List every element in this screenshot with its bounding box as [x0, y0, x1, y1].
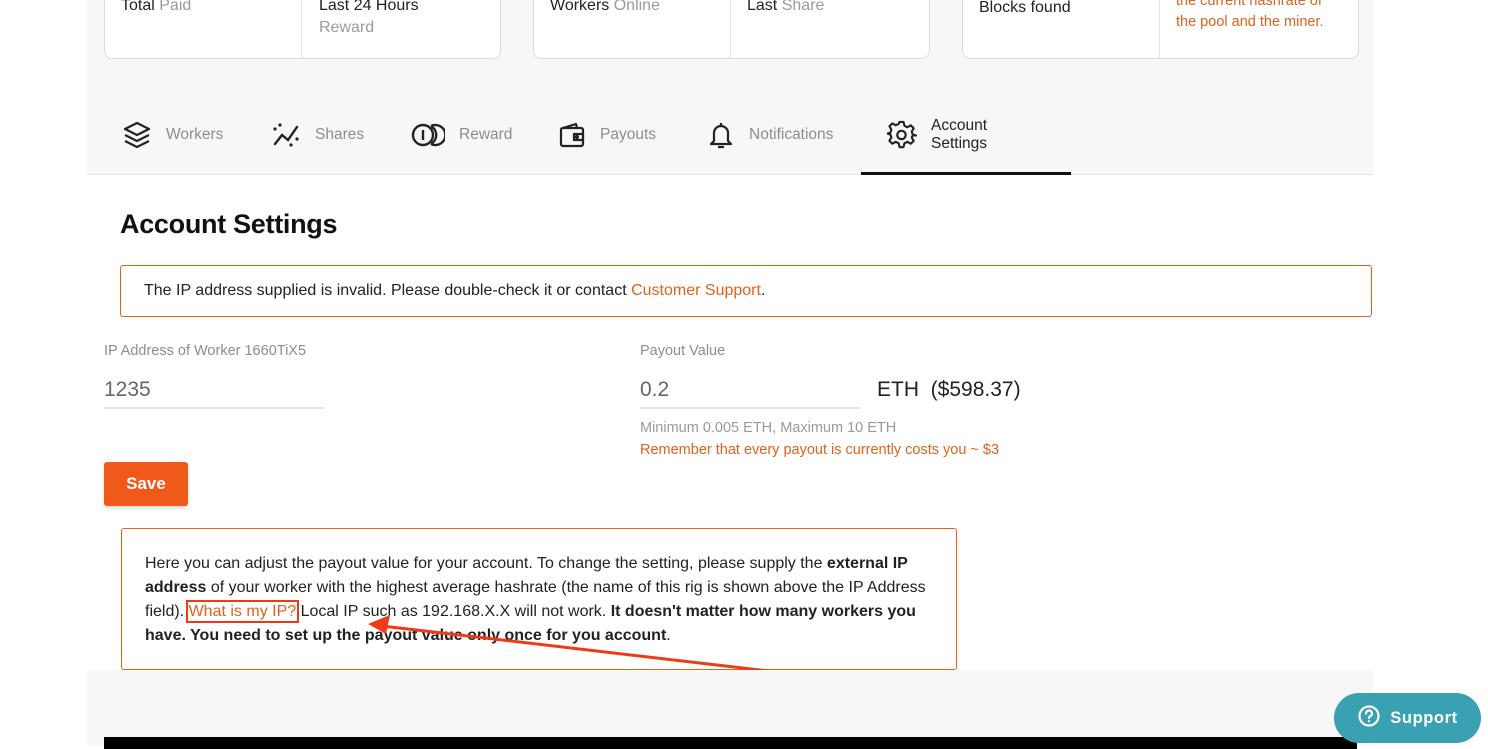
stat-card-blocks: Blocks found the current hashrate of the…	[962, 0, 1359, 59]
tab-label: Notifications	[749, 126, 834, 143]
stat-note: the current hashrate of the pool and the…	[1176, 0, 1324, 54]
payout-field-label: Payout Value	[640, 343, 726, 359]
divider	[1159, 0, 1160, 58]
stat-label: Blocks found	[979, 0, 1071, 16]
payout-limits-hint: Minimum 0.005 ETH, Maximum 10 ETH	[640, 420, 897, 436]
note-line: the current hashrate of	[1176, 0, 1322, 9]
support-label: Support	[1390, 708, 1458, 727]
tab-reward[interactable]: Reward	[411, 96, 512, 174]
stat-label-muted: Share	[781, 0, 825, 14]
save-button[interactable]: Save	[104, 462, 188, 506]
ip-field-label: IP Address of Worker 1660TiX5	[104, 343, 307, 359]
arrow-head	[368, 615, 390, 634]
ip-address-input[interactable]	[104, 373, 324, 409]
payout-cost-hint: Remember that every payout is currently …	[640, 442, 1000, 458]
info-text: Here you can adjust the payout value for…	[145, 555, 827, 572]
stat-label-muted: Online	[613, 0, 660, 14]
tab-payouts[interactable]: Payouts	[558, 96, 656, 174]
tabs-border	[87, 174, 1373, 175]
arrow-shaft	[381, 624, 778, 674]
layers-icon	[122, 120, 152, 150]
error-alert: The IP address supplied is invalid. Plea…	[120, 265, 1372, 317]
divider	[301, 0, 302, 58]
gear-icon	[887, 120, 917, 150]
alert-suffix: .	[760, 282, 766, 299]
stat-last-share: Last Share	[747, 0, 824, 58]
stat-workers-online: Workers Online	[550, 0, 660, 58]
customer-support-link[interactable]: Customer Support	[631, 282, 761, 300]
divider	[730, 0, 731, 58]
tab-label: Workers	[166, 126, 224, 143]
currency-code: ETH	[877, 378, 919, 401]
coins-icon	[411, 120, 445, 150]
tab-label: Reward	[459, 126, 513, 143]
payout-value-input[interactable]	[640, 373, 860, 409]
what-is-my-ip-link[interactable]: What is my IP?	[185, 600, 300, 623]
stat-label: Total	[121, 0, 155, 14]
support-button[interactable]: Support	[1334, 693, 1481, 743]
footer-bar	[104, 737, 1357, 749]
stat-total-paid: Total Paid	[121, 0, 191, 58]
stat-label: Last	[747, 0, 778, 14]
page-title: Account Settings	[120, 209, 338, 239]
stat-blocks-found: Blocks found	[979, 0, 1071, 60]
active-tab-indicator	[861, 172, 1071, 175]
tab-notifications[interactable]: Notifications	[707, 96, 833, 174]
stat-card-payments: Total Paid Last 24 Hours Reward	[104, 0, 501, 59]
tab-account-settings[interactable]: Account Settings	[887, 96, 987, 174]
tab-shares[interactable]: Shares	[271, 96, 364, 174]
note-line: the pool and the miner.	[1176, 14, 1324, 30]
stat-label-muted: Paid	[159, 0, 192, 14]
bell-icon	[707, 120, 735, 150]
alert-text: The IP address supplied is invalid. Plea…	[144, 282, 632, 299]
tab-workers[interactable]: Workers	[122, 96, 223, 174]
stat-card-workers: Workers Online Last Share	[533, 0, 930, 59]
stat-reward: Last 24 Hours Reward	[319, 0, 419, 58]
stat-label: Workers	[550, 0, 610, 14]
stat-label: Last 24 Hours	[319, 0, 419, 14]
tab-label: Payouts	[600, 126, 657, 143]
tab-label: Account Settings	[931, 117, 988, 152]
currency-label: ETH ($598.37)	[877, 378, 1021, 402]
usd-value: ($598.37)	[930, 378, 1021, 401]
tab-label: Shares	[315, 126, 365, 143]
footer-background	[87, 670, 1373, 746]
stat-label-muted: Reward	[319, 19, 375, 36]
question-circle-icon	[1357, 704, 1381, 733]
chart-line-icon	[271, 120, 301, 150]
wallet-icon	[558, 120, 586, 150]
